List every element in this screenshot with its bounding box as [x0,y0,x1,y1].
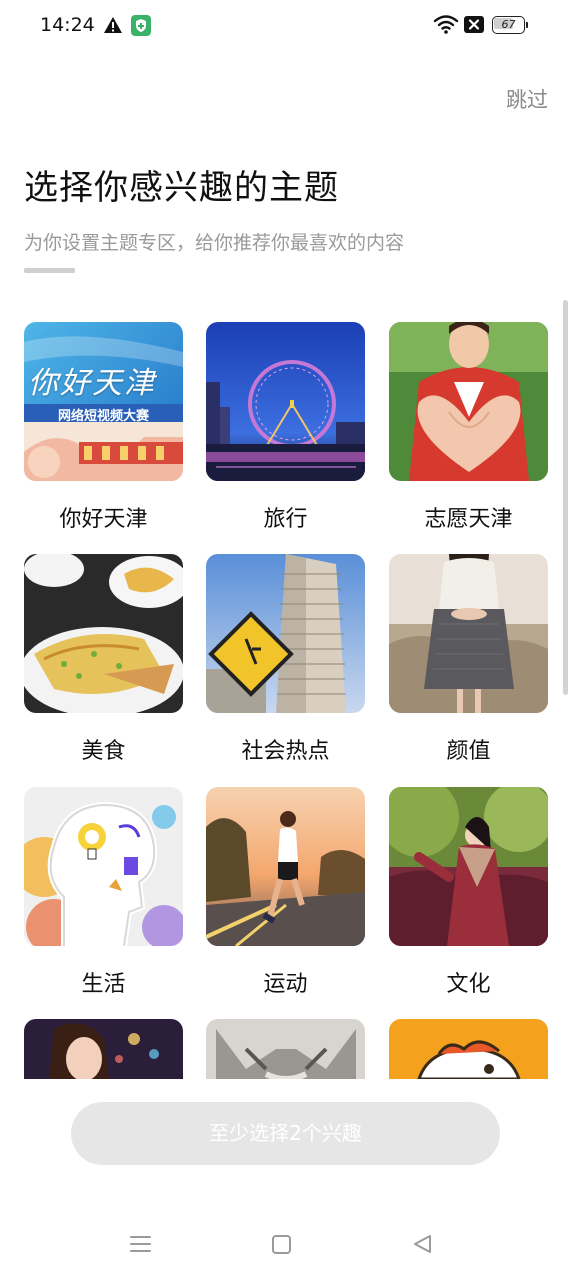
back-icon[interactable] [413,1234,432,1254]
topic-tile-culture[interactable]: 文化 [389,787,548,998]
page-title: 选择你感兴趣的主题 [24,168,339,208]
status-bar: 14:24 67 [0,0,572,52]
topic-tile-partial-3[interactable] [389,1019,548,1079]
page-subtitle: 为你设置主题专区，给你推荐你最喜欢的内容 [24,232,405,254]
topic-image-culture [389,787,548,946]
topic-tile-sports[interactable]: 运动 [206,787,365,998]
topic-label: 生活 [81,972,126,997]
topic-tile-social-hot[interactable]: 社会热点 [206,554,365,765]
topic-tile-food[interactable]: 美食 [24,554,183,765]
topic-tile-life[interactable]: 生活 [24,787,183,998]
topic-label: 你好天津 [59,507,148,532]
warning-icon [104,17,122,33]
topic-tile-hello-tianjin[interactable]: 你好天津 网络短视频大赛 你好天津 [24,322,183,533]
topic-image-travel [206,322,365,481]
banner-calligraphy: 你好天津 [28,366,156,401]
battery-level: 67 [501,18,516,31]
topic-image-hello-tianjin: 你好天津 网络短视频大赛 [24,322,183,481]
topic-label: 社会热点 [241,739,330,764]
topic-image-partial-1 [24,1019,183,1079]
banner-caption: 网络短视频大赛 [57,409,149,424]
no-sim-icon [464,16,484,33]
confirm-button[interactable]: 至少选择2个兴趣 [71,1102,500,1165]
status-time: 14:24 [40,14,95,36]
topic-tile-travel[interactable]: 旅行 [206,322,365,533]
wifi-icon [433,15,459,34]
topic-image-social-hot [206,554,365,713]
topic-image-partial-2 [206,1019,365,1079]
topic-tile-partial-1[interactable] [24,1019,183,1079]
topic-label: 志愿天津 [424,507,513,532]
topic-label: 颜值 [446,739,491,764]
topic-tile-partial-2[interactable] [206,1019,365,1079]
topic-grid: 你好天津 网络短视频大赛 你好天津 旅行 志愿天津 美食 社会热点 颜值 生活 … [0,322,572,1079]
battery-icon: 67 [492,16,528,34]
topic-image-sports [206,787,365,946]
topic-label: 美食 [81,739,126,764]
topic-image-food [24,554,183,713]
topic-tile-volunteer-tianjin[interactable]: 志愿天津 [389,322,548,533]
topic-label: 旅行 [263,507,308,532]
skip-button[interactable]: 跳过 [506,84,548,114]
topic-label: 运动 [263,972,308,997]
menu-icon[interactable] [130,1235,151,1253]
topic-image-life [24,787,183,946]
topic-tile-appearance[interactable]: 颜值 [389,554,548,765]
topic-image-appearance [389,554,548,713]
topic-image-partial-3 [389,1019,548,1079]
shield-icon [131,15,151,36]
navigation-bar [0,1210,572,1280]
home-icon[interactable] [272,1235,291,1254]
topic-label: 文化 [446,972,491,997]
title-underline [24,268,75,273]
topic-image-volunteer [389,322,548,481]
